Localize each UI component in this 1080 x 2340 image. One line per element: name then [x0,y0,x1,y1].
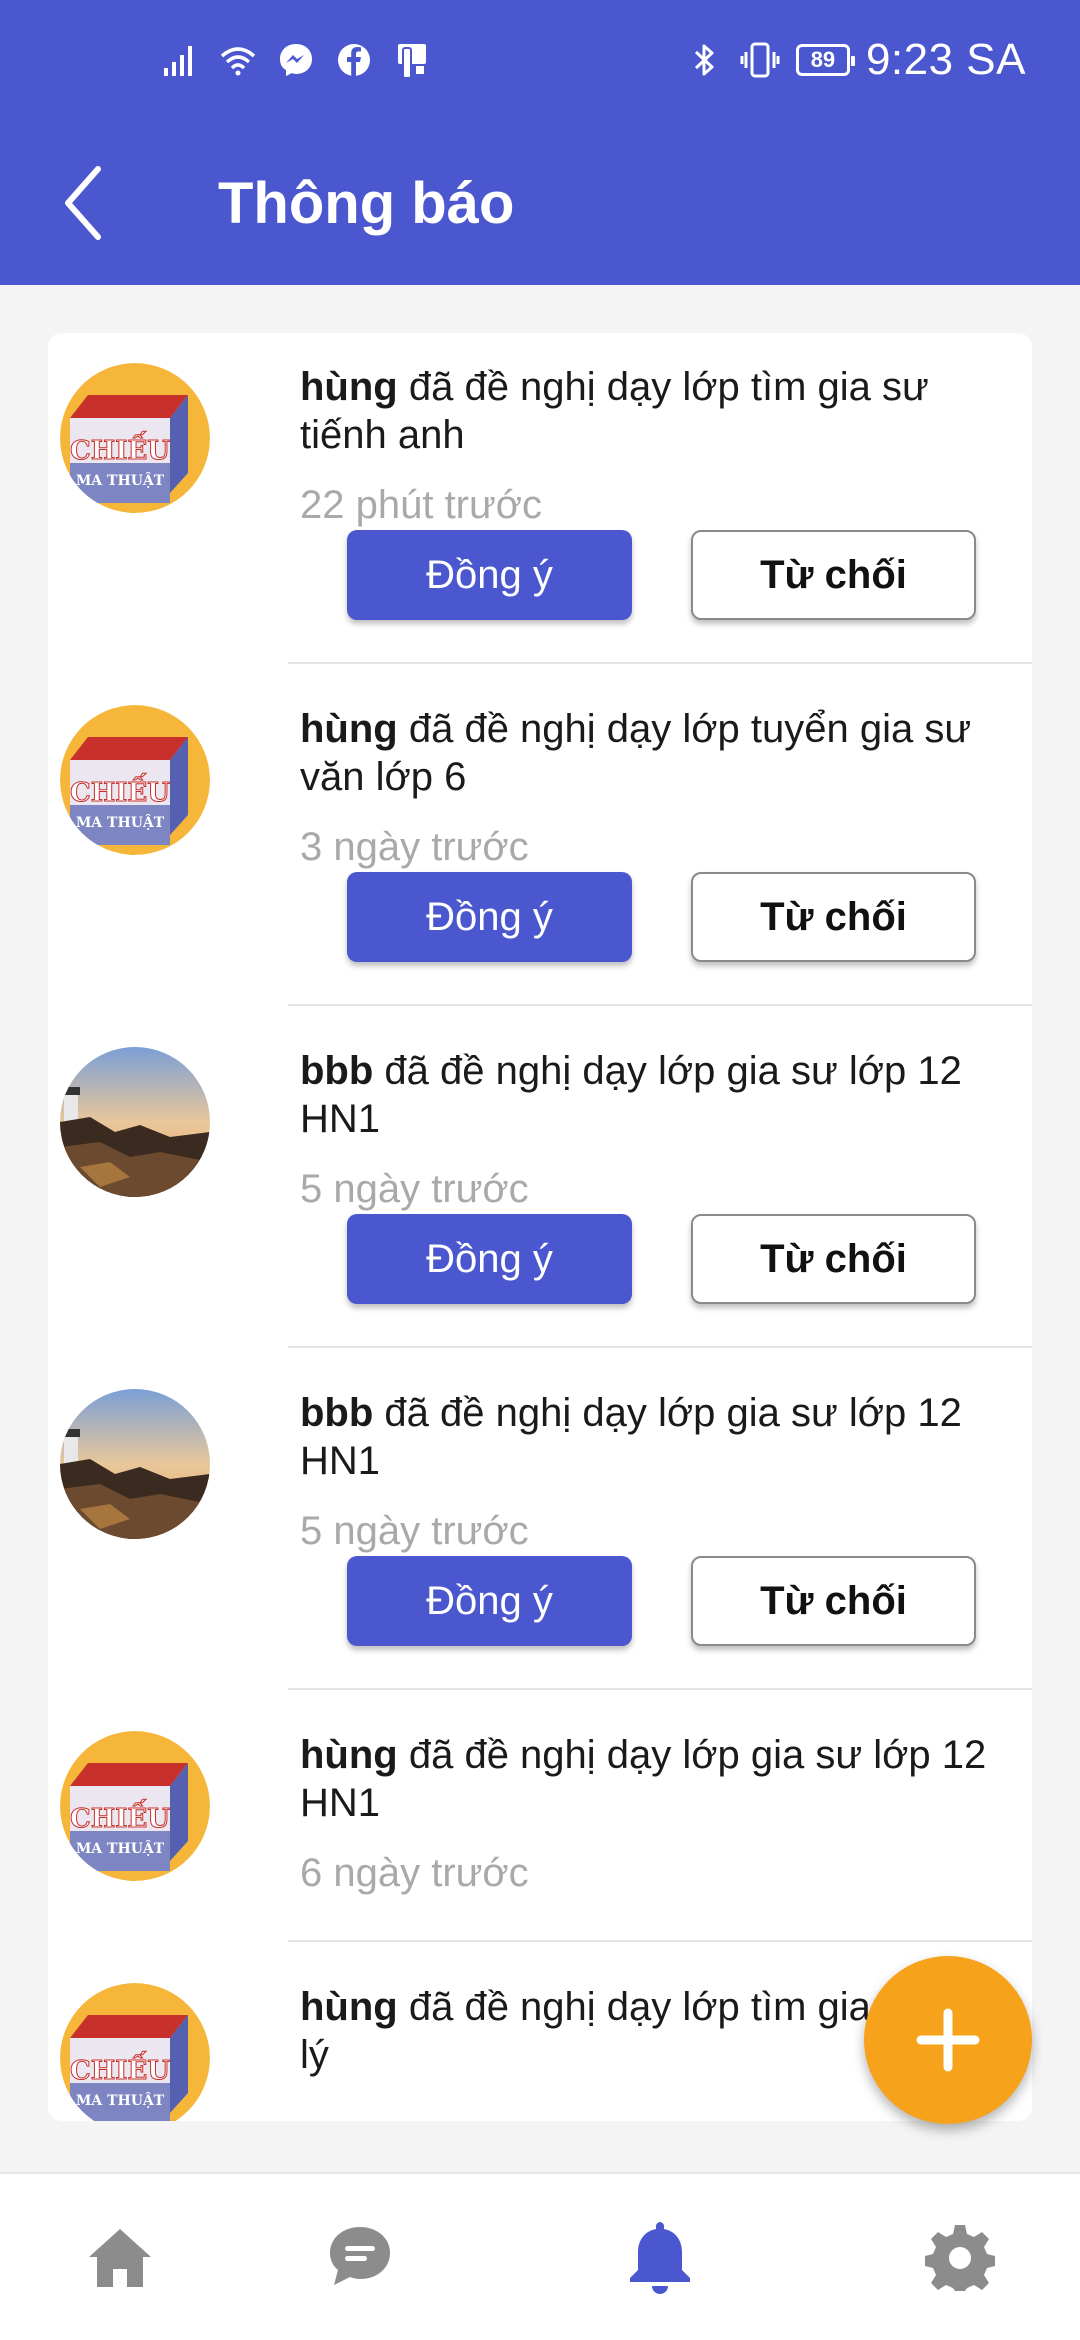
reject-button[interactable]: Từ chối [691,872,976,962]
notification-user: hùng [300,365,398,409]
back-button[interactable] [48,158,118,248]
avatar [60,1389,210,1539]
notification-message: hùng đã đề nghị dạy lớp gia sư lớp 12 HN… [300,1731,1000,1827]
notification-text: đã đề nghị dạy lớp tuyển gia sư văn lớp … [300,707,972,799]
avatar: CHIẾU MA THUẬT [60,1983,210,2121]
accept-button[interactable]: Đồng ý [347,872,632,962]
nav-chat[interactable] [290,2174,430,2340]
status-time: 9:23 SA [865,35,1026,84]
bottom-nav [0,2172,1080,2340]
battery-level: 89 [810,47,836,72]
notification-text: đã đề nghị dạy lớp gia sư lớp 12 HN1 [300,1049,962,1141]
avatar-logo-line1: CHIẾU [70,431,170,466]
notification-user: hùng [300,707,398,751]
avatar-logo-line2: MA THUẬT [76,2091,165,2109]
page-title: Thông báo [218,171,515,236]
avatar-logo-line1: CHIẾU [70,1799,170,1834]
home-icon [89,2229,151,2287]
accept-button[interactable]: Đồng ý [347,530,632,620]
add-fab-button[interactable] [864,1956,1032,2124]
nav-home[interactable] [50,2174,190,2340]
avatar-logo-line1: CHIẾU [70,2051,170,2086]
reject-button[interactable]: Từ chối [691,1556,976,1646]
nav-settings[interactable] [890,2174,1030,2340]
avatar: CHIẾU MA THUẬT [60,363,210,513]
notification-message: hùng đã đề nghị dạy lớp tuyển gia sư văn… [300,705,1000,801]
battery-icon: 89 [795,44,855,76]
avatar: CHIẾU MA THUẬT [60,705,210,855]
notification-time: 5 ngày trước [300,1167,529,1211]
chevron-left-icon [65,166,101,240]
avatar-logo-line2: MA THUẬT [76,471,165,489]
messenger-icon [280,44,312,76]
notification-message: bbb đã đề nghị dạy lớp gia sư lớp 12 HN1 [300,1047,1000,1143]
reject-button[interactable]: Từ chối [691,530,976,620]
vibrate-icon [740,42,780,78]
reject-button[interactable]: Từ chối [691,1214,976,1304]
status-bar: 89 9:23 SA [0,0,1080,120]
notification-text: đã đề nghị dạy lớp gia sư lớp 12 HN1 [300,1733,987,1825]
top-bar: 89 9:23 SA Thông báo [0,0,1080,285]
notification-item[interactable]: CHIẾU MA THUẬT hùng đã đề nghị dạy lớp t… [48,333,1032,663]
gear-icon [925,2225,995,2291]
notification-message: bbb đã đề nghị dạy lớp gia sư lớp 12 HN1 [300,1389,1000,1485]
notification-user: bbb [300,1049,374,1093]
notification-item[interactable]: CHIẾU MA THUẬT hùng đã đề nghị dạy lớp g… [48,1689,1032,1941]
bluetooth-icon [694,44,714,76]
header: Thông báo [0,120,1080,285]
notification-time: 6 ngày trước [300,1851,529,1895]
notification-text: đã đề nghị dạy lớp tìm gia [397,1985,871,2029]
avatar-logo-line2: MA THUẬT [76,813,165,831]
notification-user: hùng [300,1985,398,2029]
accept-button[interactable]: Đồng ý [347,1214,632,1304]
notification-message: hùng đã đề nghị dạy lớp tìm gia sư tiếnh… [300,363,1000,459]
app-screen: 89 9:23 SA Thông báo CHIẾU MA THUẬT hùng… [0,0,1080,2340]
status-bar-right: 89 9:23 SA [684,30,1026,90]
avatar: CHIẾU MA THUẬT [60,1731,210,1881]
signal-icon [164,46,192,76]
nav-notifications[interactable] [590,2174,730,2340]
chat-icon [330,2227,390,2285]
phone-icon [398,44,426,79]
notification-item[interactable]: bbb đã đề nghị dạy lớp gia sư lớp 12 HN1… [48,1347,1032,1689]
notification-item[interactable]: CHIẾU MA THUẬT hùng đã đề nghị dạy lớp t… [48,663,1032,1005]
notification-text: đã đề nghị dạy lớp gia sư lớp 12 HN1 [300,1391,962,1483]
notification-item[interactable]: bbb đã đề nghị dạy lớp gia sư lớp 12 HN1… [48,1005,1032,1347]
notification-time: 3 ngày trước [300,825,529,869]
notification-list[interactable]: CHIẾU MA THUẬT hùng đã đề nghị dạy lớp t… [48,333,1032,2121]
accept-button[interactable]: Đồng ý [347,1556,632,1646]
status-bar-left [160,36,432,84]
notification-time: 5 ngày trước [300,1509,529,1553]
bell-icon [630,2222,690,2294]
avatar-logo-line1: CHIẾU [70,773,170,808]
avatar [60,1047,210,1197]
notification-time: 22 phút trước [300,483,543,527]
notification-user: bbb [300,1391,374,1435]
notification-text-continued: lý [300,2033,329,2077]
avatar-logo-line2: MA THUẬT [76,1839,165,1857]
wifi-icon [220,47,256,76]
facebook-icon [338,44,370,76]
notification-user: hùng [300,1733,398,1777]
plus-icon [916,2008,980,2072]
